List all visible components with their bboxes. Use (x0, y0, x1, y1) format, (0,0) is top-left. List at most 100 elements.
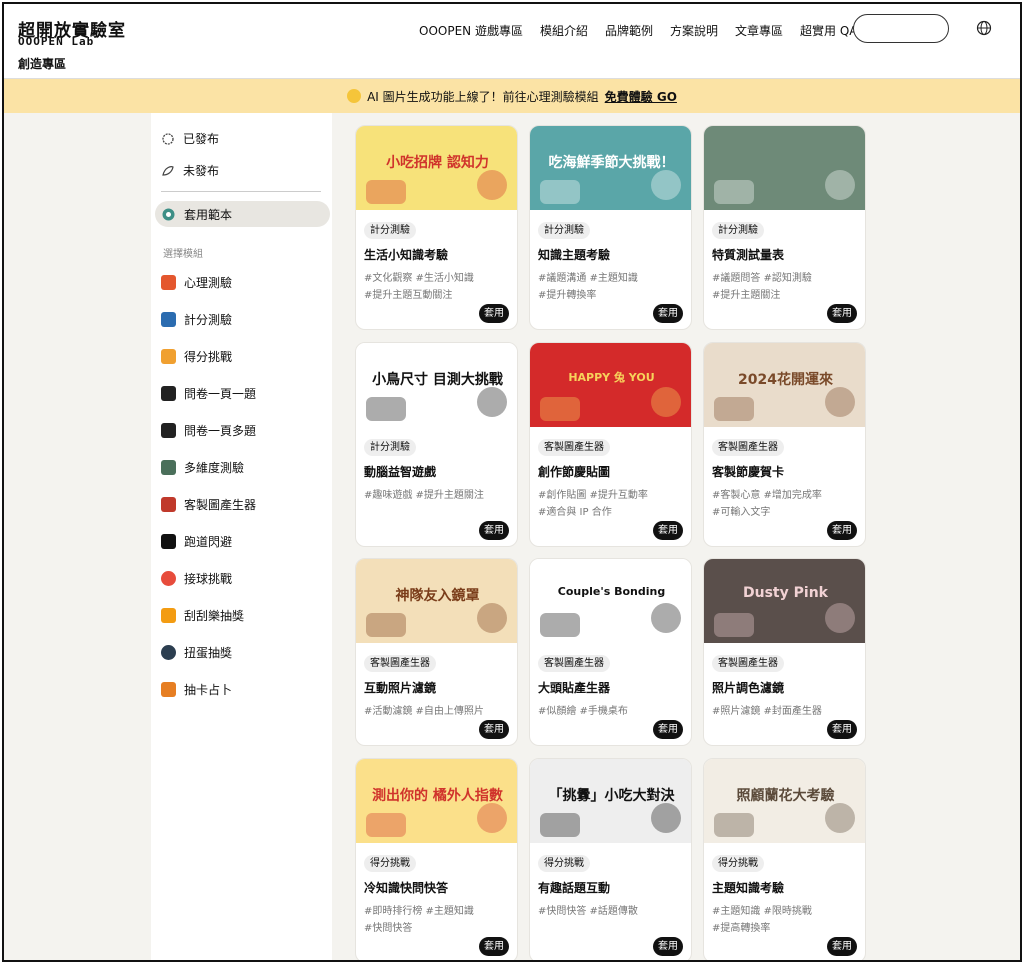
thumbnail-decoration (540, 813, 580, 837)
sidebar-item-module[interactable]: 多維度測驗 (161, 459, 244, 476)
template-card[interactable]: 小吃招牌 認知力 計分測驗 生活小知識考驗 #文化觀察 #生活小知識 #提升主題互動關注… (355, 125, 518, 330)
template-card[interactable]: 2024花開運來 客製圖產生器 客製節慶賀卡 #客製心意 #增加完成率 #可輸入文字 套用 (703, 342, 866, 547)
top-header: 超開放實驗室 OOOPEN Lab 創造專區 OOOPEN 遊戲專區 模組介紹 … (4, 4, 1020, 79)
sidebar-item-published[interactable]: 已發布 (161, 130, 219, 147)
card-hashtags: #提升主題關注 (712, 290, 781, 301)
apply-button[interactable]: 套用 (653, 937, 683, 956)
sidebar-item-module[interactable]: 刮刮樂抽獎 (161, 607, 244, 624)
scratch-card-icon (161, 608, 176, 623)
nav-modules[interactable]: 模組介紹 (540, 22, 588, 39)
template-card[interactable]: 吃海鮮季節大挑戰！ 計分測驗 知識主題考驗 #議題溝通 #主題知識 #提升轉換率 套用 (529, 125, 692, 330)
apply-button[interactable]: 套用 (653, 720, 683, 739)
apply-button[interactable]: 套用 (827, 304, 857, 323)
announcement-text: AI 圖片生成功能上線了！前往心理測驗模組 (367, 89, 599, 104)
sidebar-module-label: 心理測驗 (184, 276, 233, 290)
apply-button[interactable]: 套用 (827, 521, 857, 540)
module-tag: 計分測驗 (712, 222, 764, 239)
thumbnail-title: 照顧蘭花大考驗 (736, 788, 835, 804)
template-icon (162, 208, 175, 221)
module-tag: 客製圖產生器 (538, 655, 610, 672)
card-hashtags: #適合與 IP 合作 (538, 507, 612, 518)
template-thumbnail (704, 126, 865, 210)
survey-multi-icon (161, 423, 176, 438)
thumbnail-decoration (714, 180, 754, 204)
gear-icon (162, 132, 174, 145)
card-hashtags: #快問快答 #話題傳散 (538, 906, 638, 917)
template-card[interactable]: 計分測驗 特質測試量表 #議題問答 #認知測驗 #提升主題關注 套用 (703, 125, 866, 330)
card-hashtags: #似顏繪 #手機桌布 (538, 706, 628, 717)
apply-button[interactable]: 套用 (479, 720, 509, 739)
card-hashtags: #提升轉換率 (538, 290, 597, 301)
gacha-icon (161, 645, 176, 660)
template-card[interactable]: 照顧蘭花大考驗 得分挑戰 主題知識考驗 #主題知識 #限時挑戰 #提高轉換率 套用 (703, 758, 866, 960)
sidebar-item-unpublished[interactable]: 未發布 (161, 162, 219, 179)
nav-brand-cases[interactable]: 品牌範例 (605, 22, 653, 39)
card-hashtags: #即時排行榜 #主題知識 (364, 906, 474, 917)
apply-button[interactable]: 套用 (827, 937, 857, 956)
thumbnail-title: 吃海鮮季節大挑戰！ (548, 155, 675, 171)
apply-button[interactable]: 套用 (479, 304, 509, 323)
thumbnail-title: 「挑釁」小吃大對決 (548, 788, 675, 804)
smile-icon (347, 89, 362, 103)
sidebar-item-module[interactable]: 抽卡占卜 (161, 681, 232, 698)
search-input[interactable] (853, 14, 949, 43)
apply-button[interactable]: 套用 (827, 720, 857, 739)
sidebar-item-module[interactable]: 問卷一頁多題 (161, 422, 256, 439)
thumbnail-decoration (540, 397, 580, 421)
globe-icon[interactable] (976, 20, 992, 36)
sidebar-module-label: 接球挑戰 (184, 572, 233, 586)
sidebar-item-module[interactable]: 得分挑戰 (161, 348, 232, 365)
thumbnail-decoration (714, 813, 754, 837)
template-card[interactable]: 神隊友入鏡罩 客製圖產生器 互動照片濾鏡 #活動濾鏡 #自由上傳照片 套用 (355, 558, 518, 746)
apply-button[interactable]: 套用 (653, 304, 683, 323)
card-title: 照片調色濾鏡 (712, 681, 785, 695)
module-tag: 客製圖產生器 (364, 655, 436, 672)
sidebar-divider (161, 191, 321, 192)
thumbnail-title: Dusty Pink (743, 585, 828, 601)
card-hashtags: #提升主題互動關注 (364, 290, 453, 301)
nav-games[interactable]: OOOPEN 遊戲專區 (419, 22, 523, 39)
sidebar-module-label: 計分測驗 (184, 313, 233, 327)
apply-button[interactable]: 套用 (479, 937, 509, 956)
template-thumbnail: 小鳥尺寸 目測大挑戰 (356, 343, 517, 427)
thumbnail-decoration (825, 387, 855, 417)
main-nav: OOOPEN 遊戲專區 模組介紹 品牌範例 方案說明 文章專區 超實用 QA (419, 22, 858, 39)
template-card[interactable]: 「挑釁」小吃大對決 得分挑戰 有趣話題互動 #快問快答 #話題傳散 套用 (529, 758, 692, 960)
nav-articles[interactable]: 文章專區 (735, 22, 783, 39)
module-tag: 得分挑戰 (712, 855, 764, 872)
card-title: 生活小知識考驗 (364, 248, 449, 262)
module-tag: 客製圖產生器 (712, 439, 784, 456)
template-card[interactable]: 測出你的 橘外人指數 得分挑戰 冷知識快問快答 #即時排行榜 #主題知識 #快問快答 套用 (355, 758, 518, 960)
logo-subtitle-en[interactable]: OOOPEN Lab (18, 35, 94, 48)
score-challenge-icon (161, 349, 176, 364)
nav-plans[interactable]: 方案說明 (670, 22, 718, 39)
sidebar-item-module[interactable]: 跑道閃避 (161, 533, 232, 550)
sidebar-module-label: 客製圖產生器 (184, 498, 257, 512)
sidebar-item-module[interactable]: 問卷一頁一題 (161, 385, 256, 402)
card-title: 主題知識考驗 (712, 881, 785, 895)
template-thumbnail: 吃海鮮季節大挑戰！ (530, 126, 691, 210)
card-hashtags: #可輸入文字 (712, 507, 771, 518)
sidebar-item-module[interactable]: 計分測驗 (161, 311, 232, 328)
template-card[interactable]: 小鳥尺寸 目測大挑戰 計分測驗 動腦益智遊戲 #趣味遊戲 #提升主題關注 套用 (355, 342, 518, 547)
select-module-label: 選擇模組 (163, 249, 203, 260)
sidebar-module-label: 問卷一頁多題 (184, 424, 257, 438)
score-test-icon (161, 312, 176, 327)
app-frame: 超開放實驗室 OOOPEN Lab 創造專區 OOOPEN 遊戲專區 模組介紹 … (2, 2, 1022, 962)
free-trial-link[interactable]: 免費體驗 GO (605, 88, 677, 105)
sidebar-item-module[interactable]: 客製圖產生器 (161, 496, 256, 513)
card-hashtags: #快問快答 (364, 923, 413, 934)
template-thumbnail: Couple's Bonding (530, 559, 691, 643)
template-card[interactable]: Couple's Bonding 客製圖產生器 大頭貼產生器 #似顏繪 #手機桌布 套用 (529, 558, 692, 746)
sidebar-item-module[interactable]: 心理測驗 (161, 274, 232, 291)
sidebar-item-module[interactable]: 接球挑戰 (161, 570, 232, 587)
apply-button[interactable]: 套用 (653, 521, 683, 540)
template-card[interactable]: Dusty Pink 客製圖產生器 照片調色濾鏡 #照片濾鏡 #封面產生器 套用 (703, 558, 866, 746)
apply-button[interactable]: 套用 (479, 521, 509, 540)
sidebar-module-label: 扭蛋抽獎 (184, 646, 233, 660)
sidebar-item-module[interactable]: 扭蛋抽獎 (161, 644, 232, 661)
sidebar-item-templates[interactable]: 套用範本 (161, 206, 232, 223)
template-card[interactable]: HAPPY 兔 YOU 客製圖產生器 創作節慶貼圖 #創作貼圖 #提升互動率 #適合與 … (529, 342, 692, 547)
nav-qa[interactable]: 超實用 QA (800, 22, 857, 39)
runway-dodge-icon (161, 534, 176, 549)
